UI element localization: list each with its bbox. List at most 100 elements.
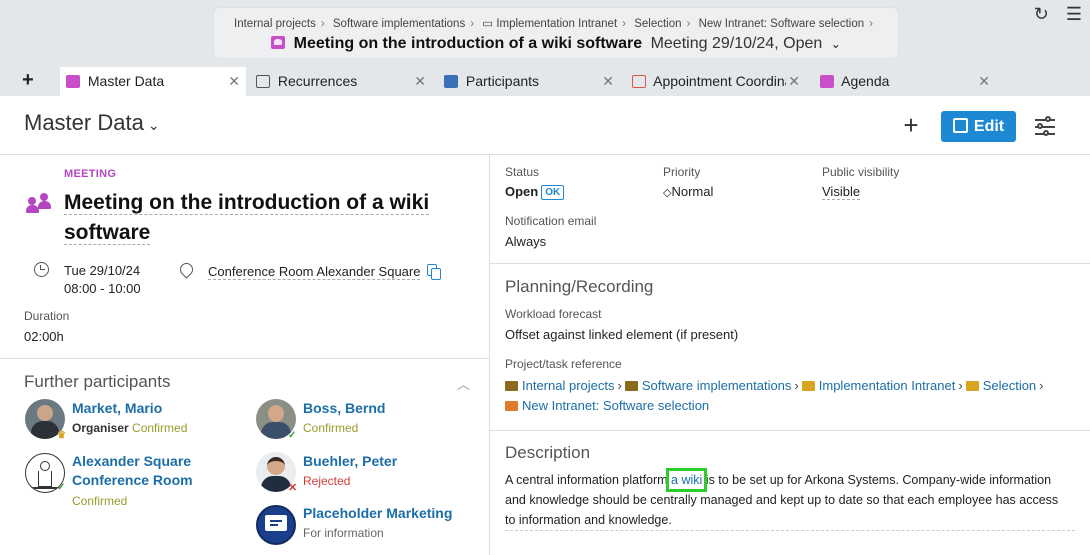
close-icon[interactable]: ✕ — [414, 67, 426, 95]
crown-icon: ♛ — [57, 430, 66, 441]
breadcrumb-item[interactable]: New Intranet: Software selection — [699, 18, 865, 30]
status-text: Open — [505, 184, 539, 199]
status-badge: OK — [541, 185, 565, 200]
visibility-label: Public visibility — [822, 165, 900, 179]
menu-icon[interactable]: ☰ — [1066, 4, 1082, 24]
participant-status: Organiser Confirmed — [72, 421, 187, 435]
close-icon[interactable]: ✕ — [786, 67, 800, 95]
breadcrumb-item[interactable]: Software implementations — [333, 18, 465, 30]
clock-icon — [34, 262, 49, 277]
duration-label: Duration — [24, 309, 70, 323]
edit-button[interactable]: Edit — [941, 111, 1016, 142]
settings-sliders-icon[interactable] — [1033, 115, 1057, 139]
visibility-value[interactable]: Visible — [822, 184, 861, 200]
chevron-down-icon[interactable]: ⌄ — [148, 117, 160, 133]
participant-name[interactable]: Alexander Square Conference Room — [72, 452, 252, 490]
add-tab-button[interactable]: + — [22, 69, 34, 91]
participant-status-text: Confirmed — [303, 421, 359, 435]
reference-link[interactable]: New Intranet: Software selection — [522, 398, 709, 413]
participant-status: Rejected — [303, 474, 350, 488]
divider — [490, 430, 1090, 431]
page-title[interactable]: Master Data ⌄ — [24, 110, 160, 136]
close-icon[interactable]: ✕ — [228, 67, 240, 95]
divider — [505, 530, 1075, 531]
project-reference-label: Project/task reference — [505, 357, 622, 371]
refresh-icon[interactable]: ↻ — [1034, 4, 1049, 24]
breadcrumb-separator: › — [958, 378, 963, 393]
tab-label: Agenda — [841, 73, 890, 89]
notification-email-value: Always — [505, 234, 547, 249]
description-text-start: A central information platform — [505, 473, 672, 487]
duration-value: 02:00h — [24, 329, 64, 344]
tab-bar: + Master Data ✕ Recurrences ✕ Participan… — [0, 67, 1090, 96]
participant-status-text: Confirmed — [72, 494, 128, 508]
record-meta: Meeting 29/10/24, Open — [650, 35, 823, 52]
breadcrumb-separator: › — [470, 18, 475, 30]
copy-icon[interactable] — [427, 264, 441, 280]
priority-value[interactable]: ◇Normal — [663, 184, 713, 199]
meeting-icon — [66, 75, 80, 88]
divider — [0, 358, 489, 359]
wiki-link[interactable]: a wiki — [666, 468, 708, 492]
tab-participants[interactable]: Participants ✕ — [438, 67, 620, 96]
notification-email-label: Notification email — [505, 214, 597, 228]
breadcrumb-separator: › — [794, 378, 799, 393]
folder-icon — [801, 381, 815, 391]
workload-value: Offset against linked element (if presen… — [505, 327, 739, 342]
reference-link[interactable]: Software implementations — [642, 378, 792, 393]
participant-status-text: Confirmed — [132, 421, 188, 435]
participant-status-text: For information — [303, 526, 384, 540]
meeting-location[interactable]: Conference Room Alexander Square — [208, 264, 421, 280]
participants-icon — [444, 75, 458, 88]
meeting-time: 08:00 - 10:00 — [64, 281, 141, 296]
project-folder-icon — [624, 381, 638, 391]
participant-name[interactable]: Buehler, Peter — [303, 452, 397, 471]
tab-agenda[interactable]: Agenda ✕ — [814, 67, 996, 96]
participant-status: Confirmed — [72, 494, 127, 508]
meeting-title[interactable]: Meeting on the introduction of a wiki so… — [64, 188, 464, 248]
breadcrumb-card: Internal projects › Software implementati… — [213, 7, 899, 59]
project-reference-path: Internal projects › Software implementatio… — [505, 376, 1075, 416]
priority-label: Priority — [663, 165, 701, 179]
participant-name[interactable]: Placeholder Marketing — [303, 504, 452, 523]
breadcrumb-item[interactable]: Internal projects — [234, 18, 316, 30]
chevron-up-icon[interactable]: ︿ — [457, 374, 470, 393]
reference-link[interactable]: Selection — [983, 378, 1036, 393]
folder-icon: ▭ — [482, 18, 494, 30]
task-icon — [505, 401, 518, 411]
tab-label: Recurrences — [277, 73, 358, 89]
meeting-icon — [271, 36, 286, 49]
recurrence-icon — [256, 75, 270, 88]
breadcrumb-item[interactable]: Implementation Intranet — [496, 18, 617, 30]
close-icon[interactable]: ✕ — [978, 67, 990, 95]
meeting-date: Tue 29/10/24 — [64, 263, 141, 278]
edit-button-label: Edit — [973, 118, 1005, 135]
participant-name[interactable]: Boss, Bernd — [303, 399, 385, 418]
breadcrumb-separator: › — [320, 18, 325, 30]
participant-name[interactable]: Market, Mario — [72, 399, 162, 418]
tab-master-data[interactable]: Master Data ✕ — [60, 67, 246, 96]
edit-icon — [952, 118, 968, 133]
calendar-icon — [632, 75, 646, 88]
workload-label: Workload forecast — [505, 307, 602, 321]
participants-section-title: Further participants — [24, 372, 171, 391]
breadcrumb-separator: › — [622, 18, 626, 30]
divider — [0, 154, 1090, 155]
breadcrumb-item[interactable]: Selection — [634, 18, 681, 30]
tab-appointment-coordination[interactable]: Appointment Coordinat ✕ — [626, 67, 806, 96]
meeting-title-text: Meeting on the introduction of a wiki so… — [64, 191, 430, 245]
tab-recurrences[interactable]: Recurrences ✕ — [250, 67, 432, 96]
breadcrumb-separator: › — [617, 378, 622, 393]
confirmed-check-icon: ✓ — [288, 430, 297, 441]
close-icon[interactable]: ✕ — [602, 67, 614, 95]
avatar[interactable] — [256, 505, 296, 545]
reference-link[interactable]: Implementation Intranet — [819, 378, 956, 393]
participant-role: Organiser — [72, 421, 129, 435]
add-button[interactable]: + — [898, 111, 924, 141]
status-value[interactable]: Open OK — [505, 184, 565, 200]
reference-link[interactable]: Internal projects — [522, 378, 615, 393]
chevron-down-icon[interactable]: ⌄ — [831, 37, 841, 51]
top-bar: Internal projects › Software implementati… — [0, 0, 1090, 96]
record-title[interactable]: Meeting on the introduction of a wiki so… — [214, 35, 898, 53]
description-section-title: Description — [505, 443, 591, 462]
